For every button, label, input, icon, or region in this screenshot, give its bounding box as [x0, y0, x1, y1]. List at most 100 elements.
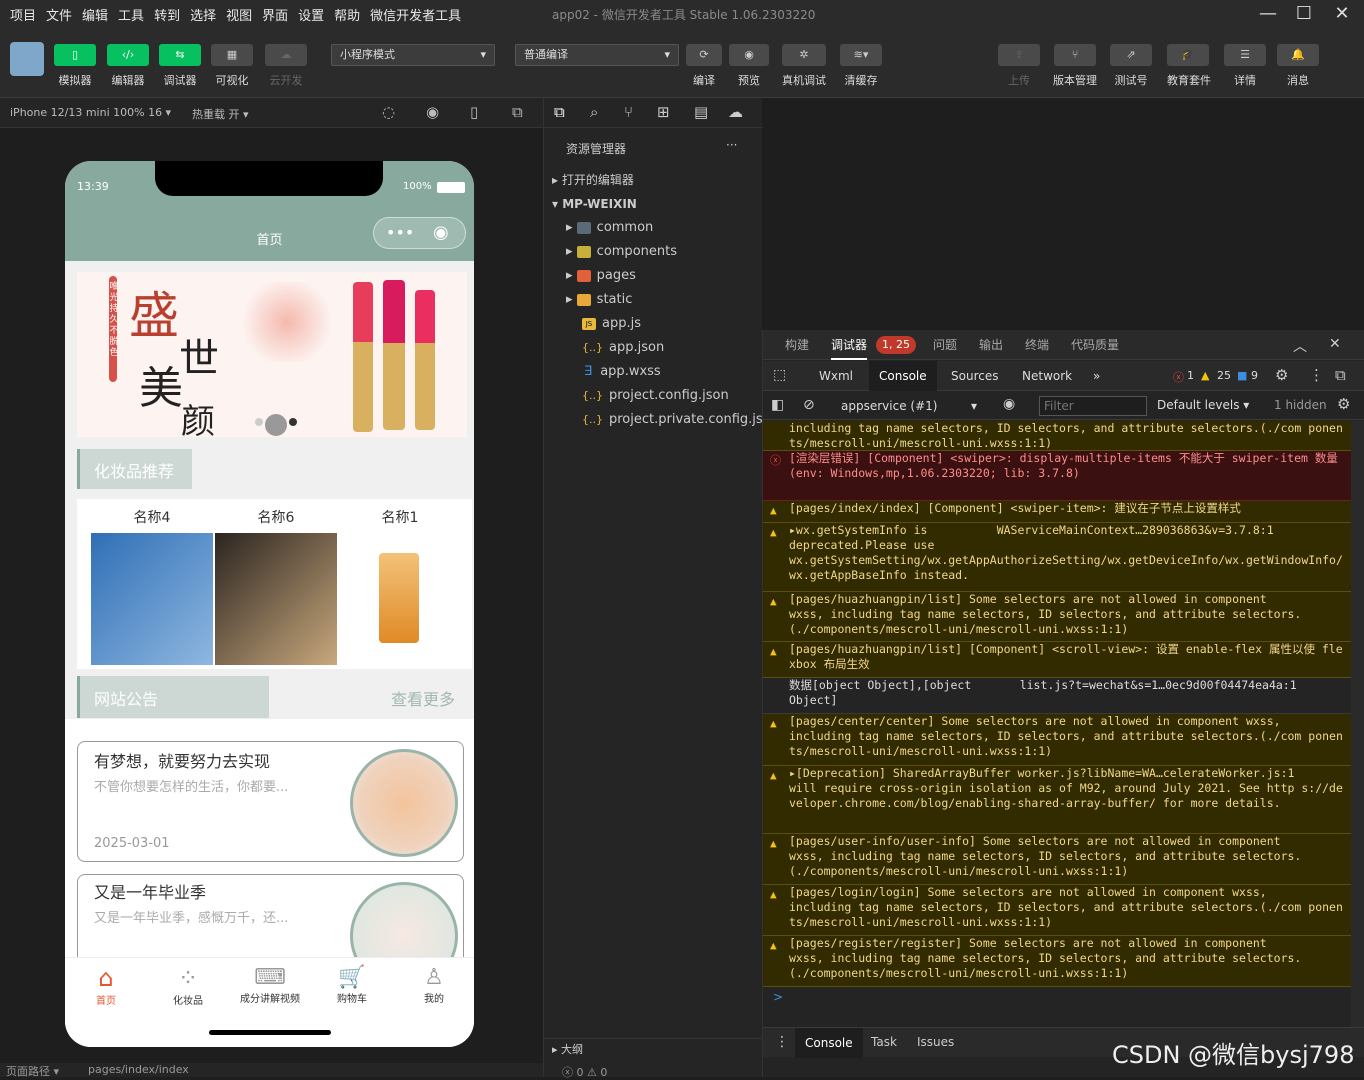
compile-button[interactable]: ⟳ [686, 44, 722, 66]
tab-cosmetics[interactable]: ⁘ 化妆品 [147, 958, 229, 1014]
dock-icon[interactable]: ⧉ [1335, 366, 1346, 384]
filter-input[interactable] [1039, 396, 1147, 416]
capsule-menu[interactable]: ••• ◉ [373, 217, 466, 249]
menu-file[interactable]: 文件 [46, 5, 72, 24]
tab-code-quality[interactable]: 代码质量 [1071, 330, 1119, 360]
project-section[interactable]: ▾ MP-WEIXIN [544, 192, 763, 216]
open-editors-section[interactable]: ▸ 打开的编辑器 [544, 168, 763, 192]
swiper-dot-active[interactable] [265, 414, 287, 436]
clear-console-icon[interactable]: ⊘ [803, 397, 815, 413]
tab-mine[interactable]: ♙ 我的 [393, 958, 474, 1014]
refresh-icon[interactable]: ◌ [382, 103, 395, 121]
tab-debugger[interactable]: 调试器 [831, 330, 868, 360]
tree-file[interactable]: {..} project.private.config.js... [544, 408, 763, 432]
console-log-warning[interactable]: ▲ ▸[Deprecation] SharedArrayBuffer worker… [763, 766, 1351, 834]
tab-network[interactable]: Network [1022, 361, 1072, 391]
phone-icon[interactable]: ▯ [470, 103, 478, 121]
tab-video[interactable]: ⌨ 成分讲解视频 [229, 958, 311, 1014]
tab-output[interactable]: 输出 [979, 330, 1003, 360]
testid-button[interactable]: ⇗ [1110, 44, 1152, 66]
tab-wxml[interactable]: Wxml [819, 361, 853, 391]
preview-button[interactable]: ◉ [729, 44, 769, 66]
swiper-dot[interactable] [289, 418, 297, 426]
sidebar-toggle-icon[interactable]: ◧ [771, 397, 784, 413]
maximize-icon[interactable]: ☐ [1292, 2, 1316, 26]
drawer-tab-issues[interactable]: Issues [917, 1035, 954, 1049]
drawer-menu-icon[interactable]: ⋮ [775, 1034, 789, 1050]
menu-view[interactable]: 视图 [226, 5, 252, 24]
inspect-icon[interactable]: ⬚ [773, 367, 786, 383]
remote-debug-button[interactable]: ✲ [782, 44, 826, 66]
menu-edit[interactable]: 编辑 [82, 5, 108, 24]
git-icon[interactable]: ⑂ [624, 103, 633, 121]
mode-select[interactable]: 小程序模式 ▾ [331, 44, 495, 66]
context-select[interactable]: appservice (#1) ▾ [835, 396, 983, 416]
menu-interface[interactable]: 界面 [262, 5, 288, 24]
hidden-count[interactable]: 1 hidden [1274, 398, 1327, 412]
tab-sources[interactable]: Sources [951, 361, 998, 391]
tree-folder[interactable]: ▸ static [544, 288, 763, 312]
swiper-dot[interactable] [255, 418, 263, 426]
detach-icon[interactable]: ⧉ [512, 103, 523, 121]
gear-icon[interactable]: ⚙ [1275, 366, 1288, 384]
avatar[interactable] [10, 42, 44, 76]
product-card[interactable]: 名称6 [215, 501, 337, 667]
simulator-button[interactable]: ▯ [54, 44, 96, 66]
error-count[interactable]: 1 [1187, 369, 1194, 382]
record-icon[interactable]: ◉ [426, 103, 439, 121]
product-card[interactable]: 名称4 [91, 501, 213, 667]
banner-swiper[interactable]: 唯光持久不脱色 盛 世 美 颜 [77, 272, 467, 437]
tab-cart[interactable]: 🛒 购物车 [311, 958, 393, 1014]
edu-button[interactable]: 🎓 [1167, 44, 1209, 66]
outline-section[interactable]: ▸ 大纲 [544, 1038, 763, 1060]
cloud-icon[interactable]: ☁ [728, 103, 743, 121]
console-scrollbar[interactable] [1351, 421, 1364, 1027]
editor-button[interactable]: ‹/› [107, 44, 149, 66]
tree-file[interactable]: JS app.js [544, 312, 763, 336]
minimize-icon[interactable]: — [1256, 2, 1280, 26]
visual-button[interactable]: ▦ [211, 44, 253, 66]
menu-help[interactable]: 帮助 [334, 5, 360, 24]
tree-folder[interactable]: ▸ components [544, 240, 763, 264]
outline-icon[interactable]: ▤ [694, 103, 708, 121]
version-button[interactable]: ⑂ [1054, 44, 1096, 66]
device-select[interactable]: iPhone 12/13 mini 100% 16 ▾ [10, 106, 171, 119]
clear-cache-button[interactable]: ≋▾ [840, 44, 882, 66]
tab-home[interactable]: ⌂ 首页 [65, 958, 147, 1014]
tree-folder[interactable]: ▸ pages [544, 264, 763, 288]
console-settings-icon[interactable]: ⚙ [1337, 395, 1350, 413]
upload-button[interactable]: ⇪ [998, 44, 1040, 66]
tree-file[interactable]: ∃ app.wxss [544, 360, 763, 384]
tree-file[interactable]: {..} project.config.json [544, 384, 763, 408]
menu-wechat-devtools[interactable]: 微信开发者工具 [370, 5, 461, 24]
tab-terminal[interactable]: 终端 [1025, 330, 1049, 360]
tab-problems[interactable]: 问题 [933, 330, 957, 360]
drawer-tab-task[interactable]: Task [871, 1035, 897, 1049]
search-icon[interactable]: ⌕ [590, 103, 598, 121]
menu-project[interactable]: 项目 [10, 5, 36, 24]
problems-status[interactable]: ⓧ 0 ⚠ 0 [562, 1064, 607, 1080]
message-button[interactable]: 🔔 [1277, 44, 1319, 66]
chevron-up-icon[interactable]: ︿ [1293, 336, 1307, 356]
tab-build[interactable]: 构建 [785, 330, 809, 360]
more-icon[interactable]: ••• [386, 223, 414, 242]
menu-settings[interactable]: 设置 [298, 5, 324, 24]
extensions-icon[interactable]: ⊞ [657, 103, 670, 121]
levels-select[interactable]: Default levels ▾ [1157, 398, 1249, 412]
close-mp-icon[interactable]: ◉ [433, 222, 449, 243]
menu-goto[interactable]: 转到 [154, 5, 180, 24]
debugger-button[interactable]: ⇆ [159, 44, 201, 66]
tab-console[interactable]: Console [869, 361, 937, 391]
hotreload-select[interactable]: 热重载 开 ▾ [192, 106, 249, 122]
info-count[interactable]: 9 [1251, 369, 1258, 382]
menu-select[interactable]: 选择 [190, 5, 216, 24]
drawer-tab-console[interactable]: Console [795, 1028, 863, 1058]
warning-count[interactable]: 25 [1217, 369, 1231, 382]
view-more-link[interactable]: 查看更多 [391, 686, 455, 710]
cloud-button[interactable]: ☁ [265, 44, 307, 66]
details-button[interactable]: ☰ [1224, 44, 1266, 66]
tree-file[interactable]: {..} app.json [544, 336, 763, 360]
kebab-icon[interactable]: ⋮ [1309, 366, 1324, 384]
console-log-warning[interactable]: ▲ ▸wx.getSystemInfo is WAServiceMainConte… [763, 523, 1351, 592]
tree-folder[interactable]: ▸ common [544, 216, 763, 240]
